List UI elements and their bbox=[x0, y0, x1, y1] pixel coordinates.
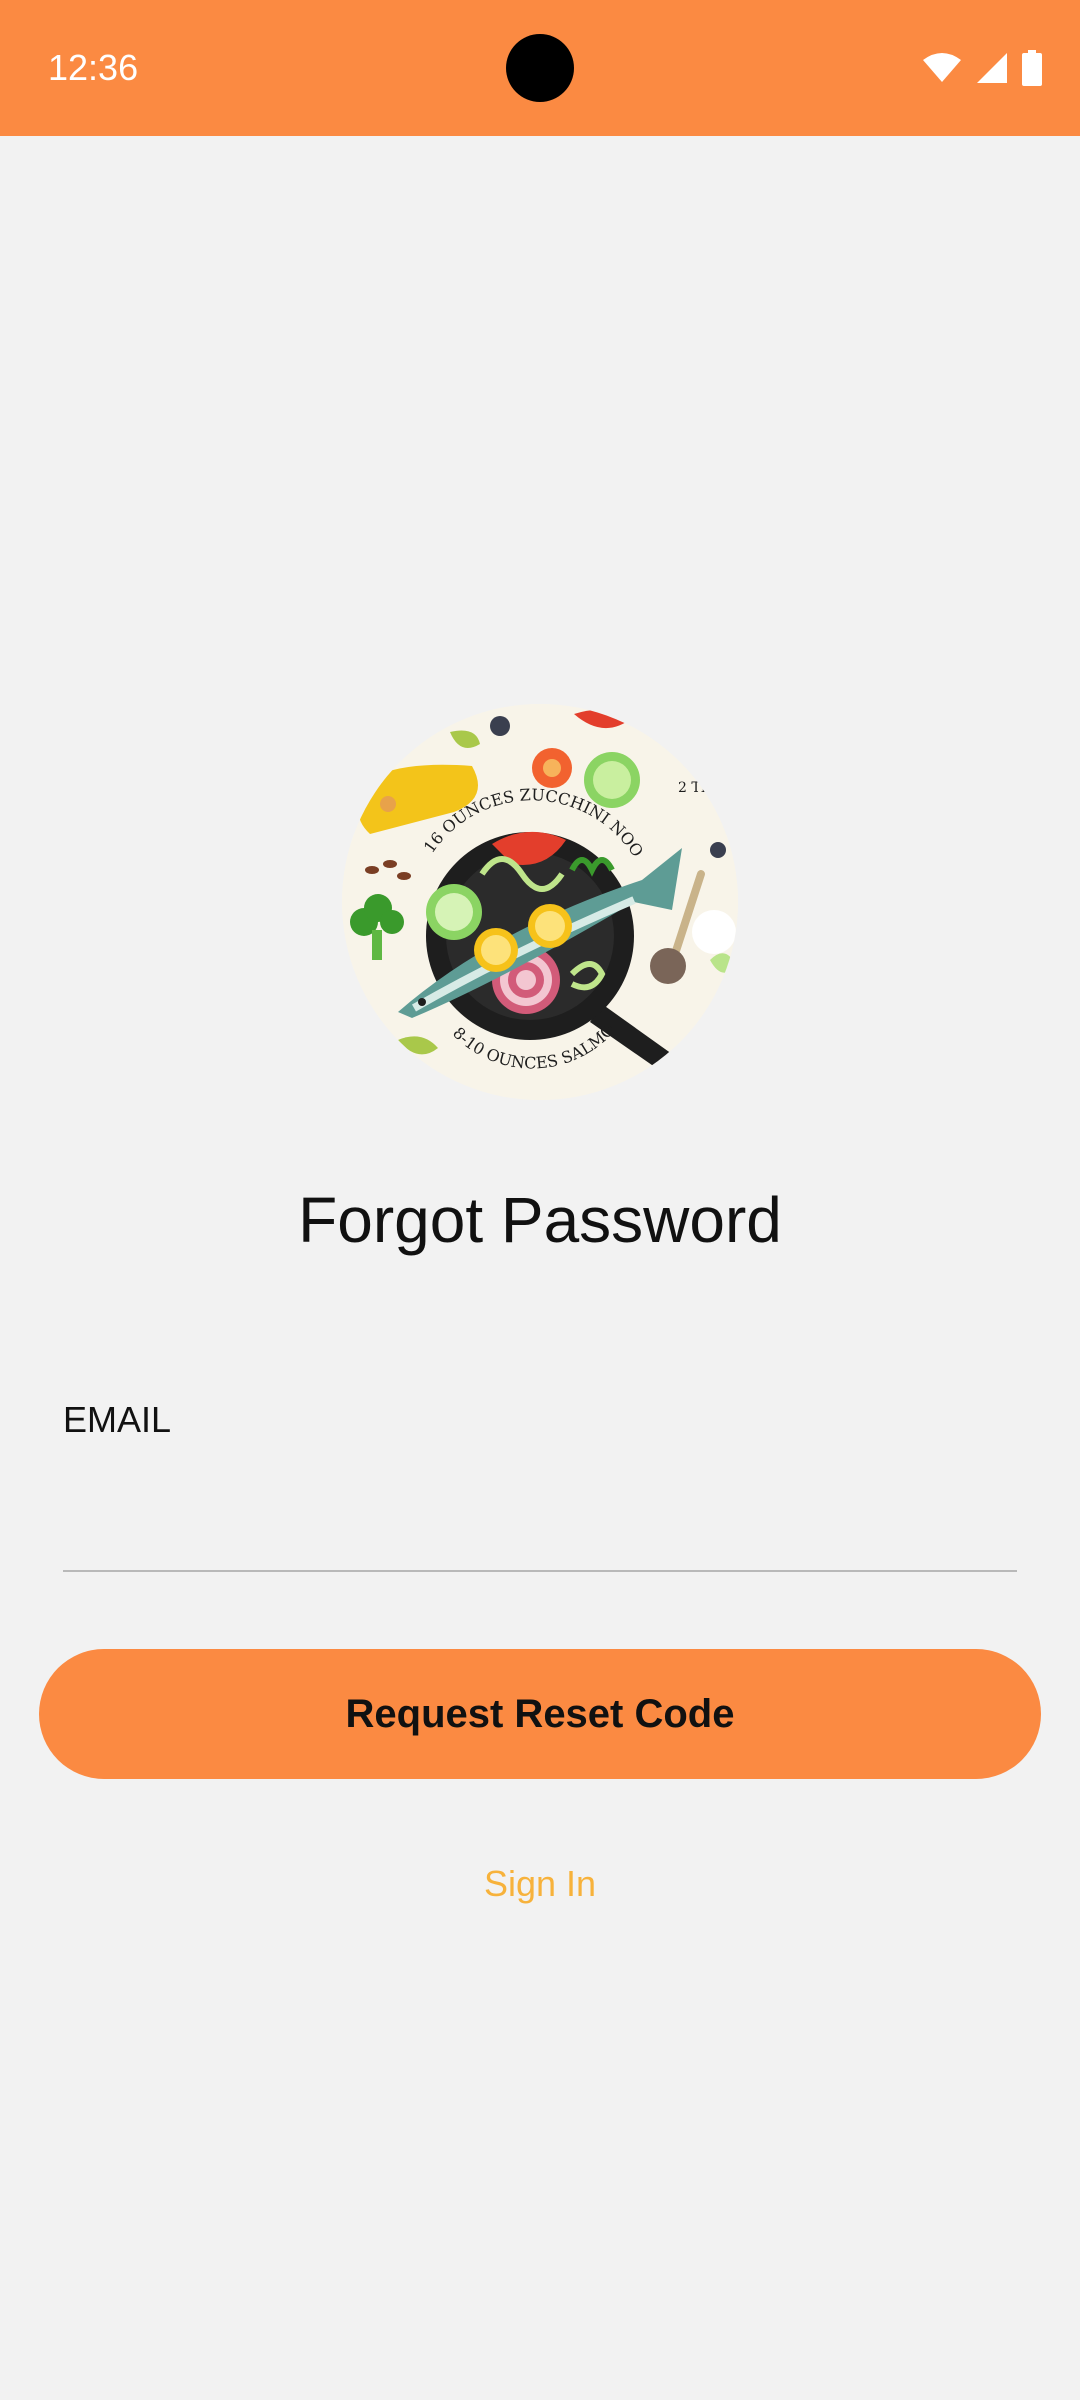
page-title: Forgot Password bbox=[298, 1184, 782, 1256]
status-time: 12:36 bbox=[48, 47, 139, 88]
status-icons bbox=[922, 46, 1042, 90]
email-field[interactable] bbox=[63, 1460, 1017, 1572]
email-label: EMAIL bbox=[63, 1399, 172, 1440]
hero-text-side: 2 TEA LEMON bbox=[678, 780, 738, 796]
status-bar: 12:36 bbox=[0, 0, 1080, 136]
camera-cutout bbox=[506, 34, 574, 102]
wifi-icon bbox=[923, 53, 961, 82]
battery-icon bbox=[1022, 50, 1042, 86]
hero-illustration: 16 OUNCES ZUCCHINI NOODLES 8-10 OUNCES S… bbox=[342, 704, 738, 1100]
signal-icon bbox=[977, 53, 1007, 83]
sign-in-link[interactable]: Sign In bbox=[0, 1860, 1080, 1908]
request-reset-code-button[interactable]: Request Reset Code bbox=[39, 1649, 1041, 1779]
